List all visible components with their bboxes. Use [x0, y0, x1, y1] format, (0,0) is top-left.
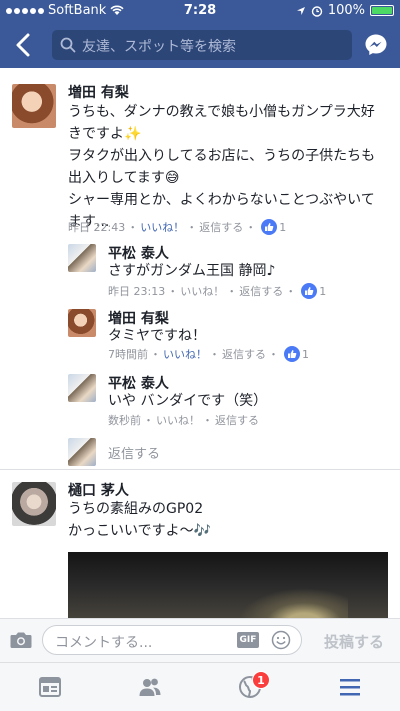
- reply-text: いや バンダイです（笑）: [108, 393, 268, 409]
- status-bar: SoftBank 7:28 100%: [0, 0, 400, 22]
- avatar[interactable]: [68, 374, 96, 402]
- comment-line: うちも、ダンナの教えで娘も小僧もガンプラ大好: [68, 104, 375, 120]
- messenger-icon[interactable]: [364, 33, 388, 57]
- reply-time: 7時間前: [108, 348, 148, 361]
- status-right: 100%: [296, 3, 394, 18]
- comment-input[interactable]: コメントする... GIF: [42, 625, 302, 655]
- reply-meta: 7時間前 ・ いいね！ ・ 返信する ・ 1: [108, 346, 309, 362]
- avatar[interactable]: [68, 309, 96, 337]
- comment-meta: 昨日 22:43 ・ いいね！ ・ 返信する ・ 1: [68, 219, 287, 235]
- search-icon: [60, 37, 76, 53]
- tab-bar: 1: [0, 662, 400, 711]
- reply-meta: 数秒前 ・ いいね！ ・ 返信する: [108, 412, 259, 428]
- friends-icon[interactable]: [138, 675, 162, 699]
- like-link[interactable]: いいね！: [156, 412, 200, 428]
- like-link[interactable]: いいね！: [180, 283, 224, 299]
- menu-hamburger-icon[interactable]: [338, 675, 362, 699]
- like-count-badge[interactable]: 1: [261, 219, 286, 235]
- comment-line: 出入りしてます😅: [68, 170, 180, 186]
- battery-percent: 100%: [327, 3, 365, 18]
- like-count-badge[interactable]: 1: [301, 283, 326, 299]
- nav-bar: 友達、スポット等を検索: [0, 22, 400, 68]
- battery-icon: [370, 5, 394, 16]
- commenter-name[interactable]: 樋口 茅人: [68, 480, 129, 500]
- reply-meta: 昨日 23:13 ・ いいね！ ・ 返信する ・ 1: [108, 283, 327, 299]
- reply-link[interactable]: 返信する: [199, 219, 243, 235]
- search-placeholder: 友達、スポット等を検索: [82, 39, 236, 55]
- comment-time: 昨日 22:43: [68, 221, 126, 234]
- comments-feed: 増田 有梨 うちも、ダンナの教えで娘も小僧もガンプラ大好 きですよ✨ ヲタクが出…: [0, 68, 400, 618]
- notification-badge: 1: [252, 671, 270, 689]
- commenter-name[interactable]: 増田 有梨: [68, 82, 129, 102]
- thumbs-up-icon: [301, 283, 318, 299]
- news-feed-icon[interactable]: [38, 675, 62, 699]
- location-arrow-icon: [296, 6, 305, 15]
- reply-link[interactable]: 返信する: [215, 412, 259, 428]
- comment-input-bar: コメントする... GIF 投稿する: [0, 618, 400, 662]
- reply-text: タミヤですね！: [108, 328, 206, 344]
- camera-icon[interactable]: [10, 631, 32, 649]
- avatar[interactable]: [68, 244, 96, 272]
- comment-photo[interactable]: [68, 552, 388, 618]
- comment-placeholder: コメントする...: [55, 635, 153, 651]
- search-input[interactable]: 友達、スポット等を検索: [52, 30, 352, 60]
- avatar[interactable]: [12, 482, 56, 526]
- like-count: 1: [319, 284, 327, 298]
- comment-line: ヲタクが出入りしてるお店に、うちの子供たちも: [68, 148, 376, 164]
- comment-line: かっこいいですよ〜🎶: [68, 523, 212, 539]
- alarm-icon: [311, 5, 323, 17]
- comment-line: シャー専用とか、よくわからないことつぶやいて: [68, 192, 375, 208]
- like-count: 1: [302, 347, 309, 361]
- like-count: 1: [279, 220, 287, 234]
- back-chevron-icon[interactable]: [12, 32, 36, 58]
- comment-line: きですよ✨: [68, 126, 142, 142]
- reply-time: 昨日 23:13: [108, 285, 166, 298]
- reply-link[interactable]: 返信する: [239, 283, 283, 299]
- like-link[interactable]: いいね！: [140, 219, 184, 235]
- write-reply-link[interactable]: 返信する: [108, 443, 160, 462]
- like-link[interactable]: いいね！: [163, 346, 207, 362]
- current-user-avatar: [68, 438, 96, 466]
- reply-text: さすがガンダム王国 静岡♪: [108, 263, 276, 279]
- sticker-smile-icon[interactable]: [271, 630, 291, 650]
- comment-line: うちの素組みのGP02: [68, 501, 204, 517]
- avatar[interactable]: [12, 84, 56, 128]
- reply-link[interactable]: 返信する: [222, 346, 266, 362]
- comment-divider: [0, 469, 400, 470]
- post-button[interactable]: 投稿する: [324, 631, 384, 652]
- thumbs-up-icon: [284, 346, 300, 362]
- reply-time: 数秒前: [108, 414, 141, 427]
- thumbs-up-icon: [261, 219, 278, 235]
- like-count-badge[interactable]: 1: [284, 346, 309, 362]
- gif-button[interactable]: GIF: [237, 632, 259, 648]
